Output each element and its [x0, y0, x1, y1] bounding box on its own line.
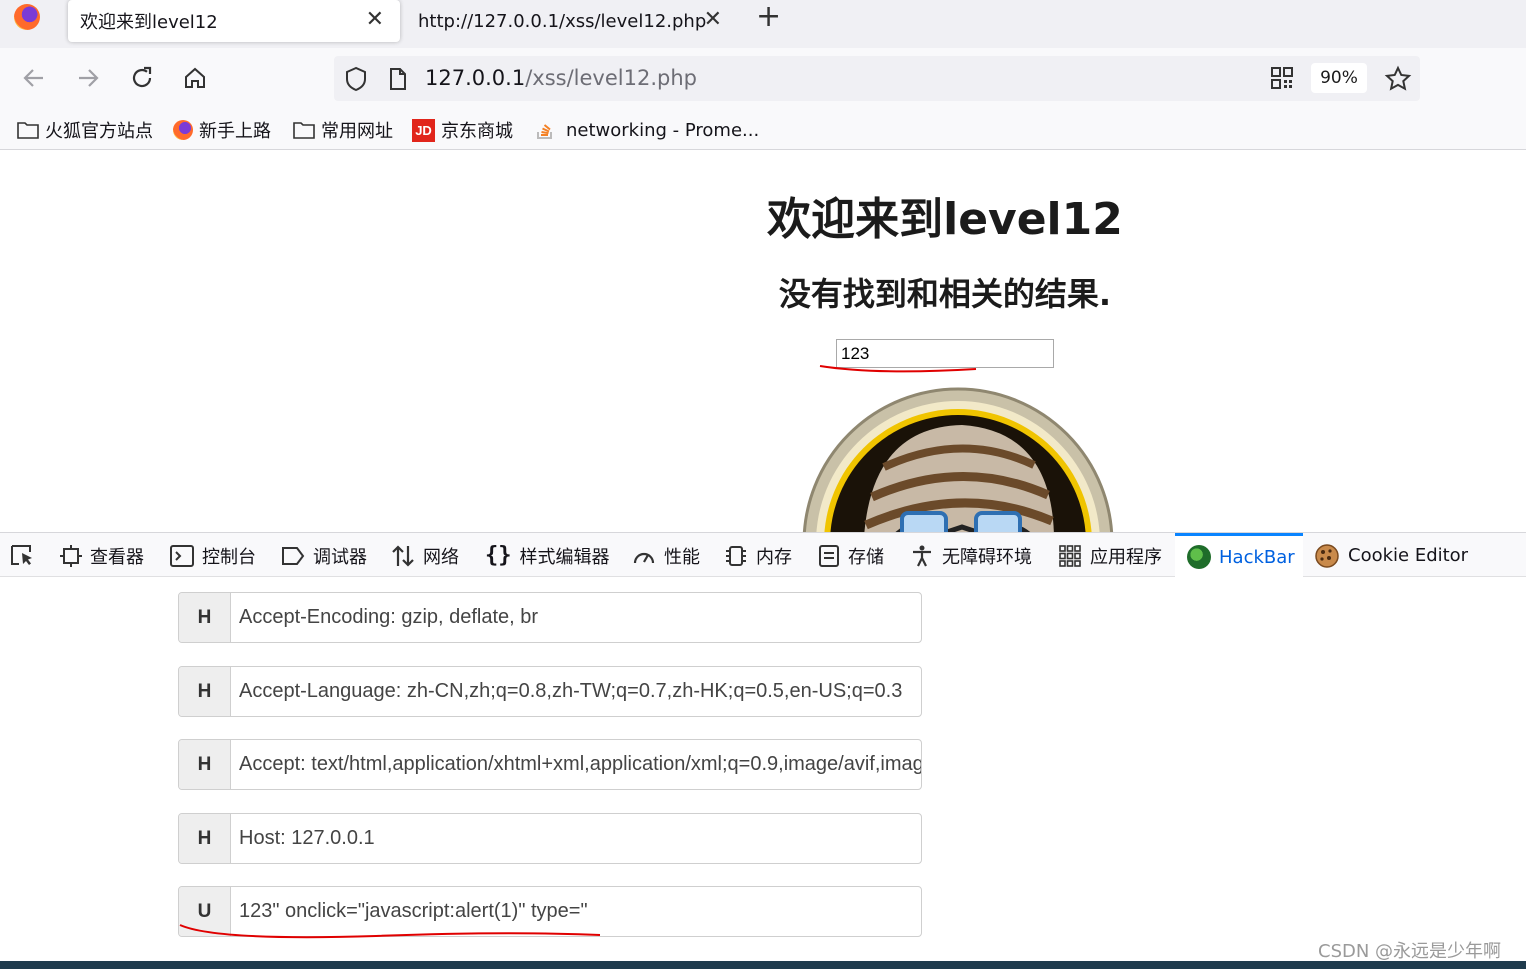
network-icon [391, 544, 415, 568]
page-subheading: 没有找到和相关的结果. [778, 275, 1112, 313]
header-row: H Accept: text/html,application/xhtml+xm… [178, 739, 922, 790]
style-editor-icon: {} [485, 543, 512, 568]
bookmarks-toolbar: 火狐官方站点 新手上路 常用网址 JD 京东商城 networking - Pr… [0, 110, 1526, 150]
devtools-tab-storage[interactable]: 存储 [818, 533, 884, 578]
inspector-icon [60, 544, 82, 567]
header-row: H Host: 127.0.0.1 [178, 813, 922, 864]
bookmark-xinshou[interactable]: 新手上路 [173, 118, 271, 142]
devtools-toolbar: 查看器 控制台 调试器 网络 {} 样式编辑器 性能 内存 存储 无障碍环境 应… [0, 532, 1526, 578]
header-value-input[interactable]: Host: 127.0.0.1 [231, 814, 921, 863]
header-value-input[interactable]: 123" onclick="javascript:alert(1)" type=… [231, 887, 921, 936]
bookmark-changyong[interactable]: 常用网址 [293, 118, 393, 142]
application-icon [1058, 544, 1082, 568]
header-row: H Accept-Language: zh-CN,zh;q=0.8,zh-TW;… [178, 666, 922, 717]
header-type-badge[interactable]: H [179, 740, 231, 789]
home-icon[interactable] [177, 60, 213, 96]
level-avatar-image [802, 387, 1114, 532]
header-value-input[interactable]: Accept-Language: zh-CN,zh;q=0.8,zh-TW;q=… [231, 667, 921, 716]
qr-code-icon[interactable] [1270, 66, 1294, 94]
page-heading: 欢迎来到level12 [767, 194, 1123, 245]
firefox-icon [173, 120, 193, 140]
header-row: H Accept-Encoding: gzip, deflate, br [178, 592, 922, 643]
jd-icon: JD [412, 118, 435, 142]
folder-icon [17, 121, 39, 139]
devtools-tab-performance[interactable]: 性能 [632, 533, 700, 578]
stackoverflow-icon [536, 120, 554, 140]
close-icon[interactable]: ✕ [704, 8, 722, 32]
devtools-tab-hackbar[interactable]: HackBar [1175, 533, 1303, 578]
console-icon [170, 544, 194, 567]
devtools-tab-application[interactable]: 应用程序 [1058, 533, 1162, 578]
debugger-icon [281, 546, 305, 566]
forward-icon[interactable] [70, 60, 106, 96]
header-value-input[interactable]: Accept-Encoding: gzip, deflate, br [231, 593, 921, 642]
bookmark-star-icon[interactable] [1384, 65, 1412, 97]
new-tab-icon[interactable]: + [756, 2, 781, 32]
bookmark-huohu[interactable]: 火狐官方站点 [17, 118, 153, 142]
hackbar-panel: H Accept-Encoding: gzip, deflate, br H A… [0, 577, 1526, 961]
zoom-level[interactable]: 90% [1311, 63, 1367, 93]
performance-icon [632, 545, 656, 567]
devtools-tab-debugger[interactable]: 调试器 [281, 533, 367, 578]
devtools-tab-network[interactable]: 网络 [391, 533, 459, 578]
devtools-tab-cookie-editor[interactable]: Cookie Editor [1314, 533, 1468, 578]
folder-icon [293, 121, 315, 139]
back-icon[interactable] [16, 60, 52, 96]
element-picker-icon[interactable] [10, 533, 36, 578]
tab-label: 欢迎来到level12 [80, 12, 218, 33]
header-row: U 123" onclick="javascript:alert(1)" typ… [178, 886, 922, 937]
storage-icon [818, 544, 840, 568]
reload-icon[interactable] [124, 60, 160, 96]
tab-label: http://127.0.0.1/xss/level12.php [418, 10, 707, 32]
navigation-toolbar: 127.0.0.1/xss/level12.php 90% [0, 48, 1526, 110]
tab-level12-url[interactable]: http://127.0.0.1/xss/level12.php ✕ [406, 0, 736, 42]
devtools-tab-console[interactable]: 控制台 [170, 533, 256, 578]
close-icon[interactable]: ✕ [366, 8, 384, 32]
url-bar[interactable]: 127.0.0.1/xss/level12.php 90% [334, 56, 1420, 101]
header-type-badge[interactable]: H [179, 667, 231, 716]
page-info-icon[interactable] [388, 67, 408, 95]
taskbar [0, 961, 1526, 969]
url-text[interactable]: 127.0.0.1/xss/level12.php [425, 66, 697, 90]
cookie-icon [1314, 543, 1340, 569]
page-content: 欢迎来到level12 没有找到和相关的结果. [0, 151, 1526, 532]
devtools-tab-inspector[interactable]: 查看器 [60, 533, 144, 578]
devtools-tab-style-editor[interactable]: {} 样式编辑器 [485, 533, 610, 578]
header-type-badge[interactable]: U [179, 887, 231, 936]
header-type-badge[interactable]: H [179, 814, 231, 863]
devtools-tab-accessibility[interactable]: 无障碍环境 [910, 533, 1032, 578]
watermark-text: CSDN @永远是少年啊 [1318, 941, 1502, 962]
memory-icon [724, 544, 748, 568]
hackbar-icon [1187, 545, 1211, 569]
tab-strip: 欢迎来到level12 ✕ http://127.0.0.1/xss/level… [0, 0, 1526, 48]
shield-icon[interactable] [344, 66, 368, 96]
bookmark-networking[interactable]: networking - Prome... [536, 118, 759, 142]
keyword-input[interactable] [836, 339, 1054, 368]
header-value-input[interactable]: Accept: text/html,application/xhtml+xml,… [231, 740, 921, 789]
devtools-tab-memory[interactable]: 内存 [724, 533, 792, 578]
header-type-badge[interactable]: H [179, 593, 231, 642]
accessibility-icon [910, 544, 934, 568]
tab-level12[interactable]: 欢迎来到level12 ✕ [68, 0, 400, 42]
bookmark-jd[interactable]: JD 京东商城 [412, 118, 513, 142]
firefox-logo-icon[interactable] [14, 4, 40, 30]
